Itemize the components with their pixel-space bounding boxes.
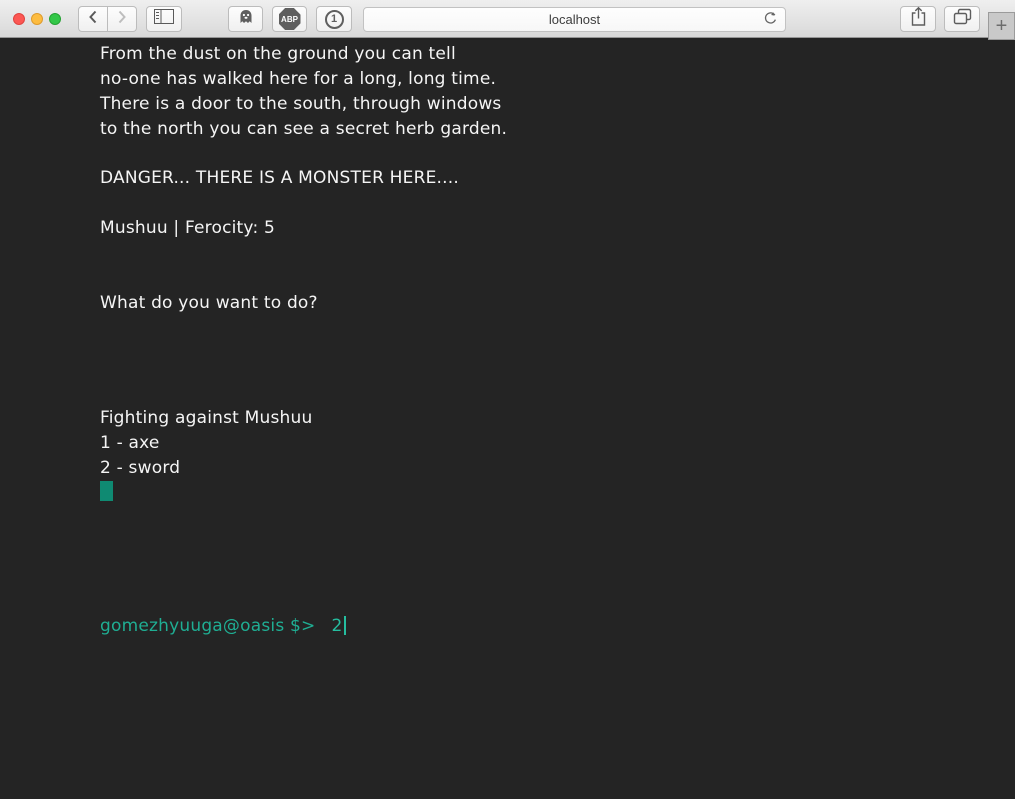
address-text: localhost [549, 12, 600, 27]
fight-menu: Fighting against Mushuu 1 - axe 2 - swor… [100, 406, 1015, 481]
share-icon [910, 6, 927, 32]
show-all-tabs-button[interactable] [944, 6, 980, 32]
ghost-icon [238, 9, 254, 30]
close-window-button[interactable] [13, 13, 25, 25]
ghostery-extension-button[interactable] [228, 6, 263, 32]
text-caret [344, 616, 346, 635]
safari-window: ABP 1 localhost [0, 0, 1015, 799]
chevron-left-icon [88, 10, 98, 29]
onepassword-extension-button[interactable]: 1 [316, 6, 352, 32]
address-bar[interactable]: localhost [363, 7, 786, 32]
sidebar-icon [154, 9, 174, 29]
room-description-line: There is a door to the south, through wi… [100, 92, 1015, 117]
plus-icon: + [996, 15, 1008, 38]
weapon-option-sword: 2 - sword [100, 456, 1015, 481]
chevron-right-icon [117, 10, 127, 29]
game-terminal-page: From the dust on the ground you can tell… [0, 38, 1015, 799]
fight-header: Fighting against Mushuu [100, 406, 1015, 431]
sidebar-toggle-button[interactable] [146, 6, 182, 32]
onepassword-icon: 1 [325, 10, 344, 29]
terminal-block-cursor [100, 481, 113, 501]
room-description-line: no-one has walked here for a long, long … [100, 67, 1015, 92]
zoom-window-button[interactable] [49, 13, 61, 25]
shell-prompt-line: gomezhyuuga@oasis $> 2 [100, 613, 1015, 638]
danger-warning: DANGER... THERE IS A MONSTER HERE.... [100, 166, 1015, 191]
share-button[interactable] [900, 6, 936, 32]
action-question: What do you want to do? [100, 291, 1015, 316]
room-description: From the dust on the ground you can tell… [100, 42, 1015, 142]
monster-status: Mushuu | Ferocity: 5 [100, 216, 1015, 241]
back-button[interactable] [78, 6, 108, 32]
room-description-line: to the north you can see a secret herb g… [100, 117, 1015, 142]
tab-overview-icon [953, 8, 972, 30]
terminal-input[interactable]: 2 [331, 616, 342, 636]
room-description-line: From the dust on the ground you can tell [100, 42, 1015, 67]
reload-button[interactable] [760, 11, 780, 29]
minimize-window-button[interactable] [31, 13, 43, 25]
new-tab-button[interactable]: + [988, 12, 1015, 40]
forward-button[interactable] [108, 6, 137, 32]
adblock-plus-extension-button[interactable]: ABP [272, 6, 307, 32]
history-nav-group [78, 6, 137, 32]
shell-prompt-label: gomezhyuuga@oasis $> [100, 616, 315, 636]
weapon-option-axe: 1 - axe [100, 431, 1015, 456]
reload-icon [763, 11, 778, 29]
browser-toolbar: ABP 1 localhost [0, 0, 1015, 38]
abp-icon: ABP [279, 8, 301, 30]
